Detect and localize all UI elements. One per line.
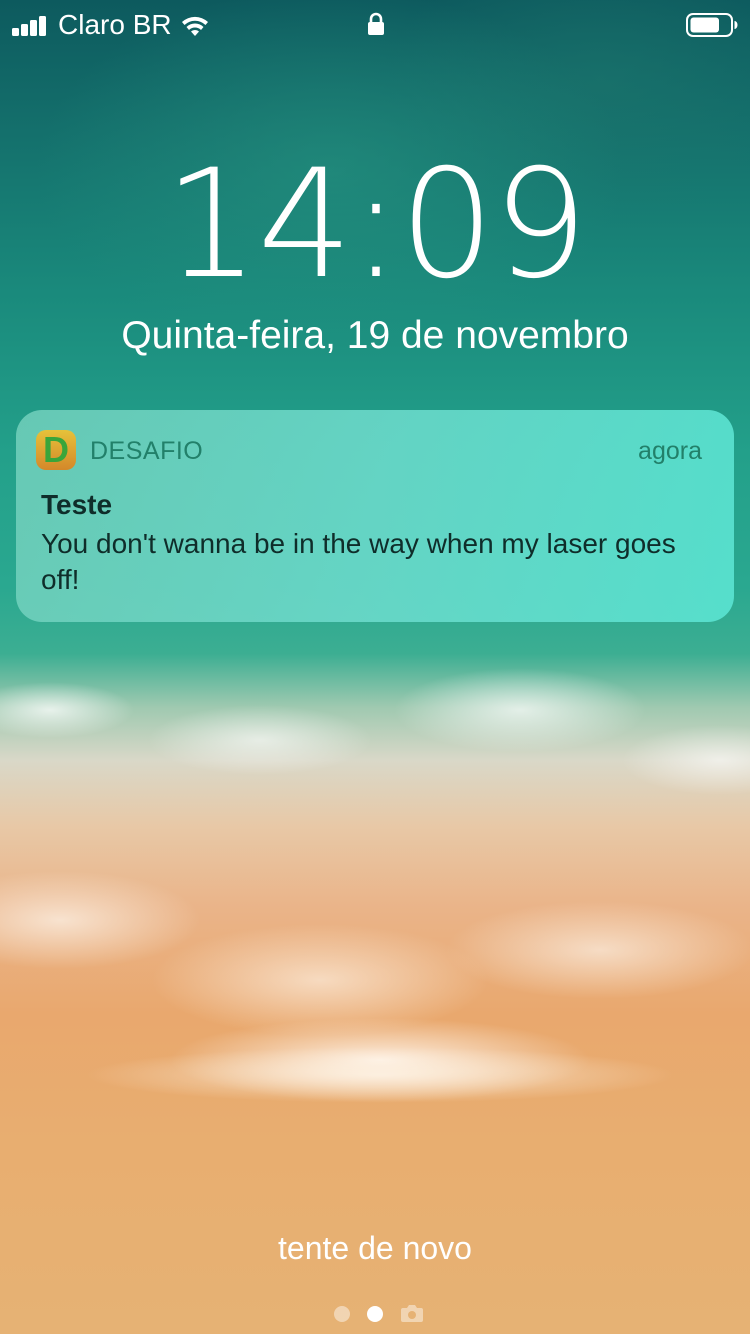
notification-body: You don't wanna be in the way when my la… bbox=[41, 528, 676, 595]
lock-screen: Claro BR 14:09 Quinta-feira, 19 de novem… bbox=[0, 0, 750, 1334]
wallpaper-foam-lower bbox=[0, 800, 750, 1120]
lock-screen-time: 14:09 bbox=[163, 138, 588, 312]
wallpaper-shoreline bbox=[0, 1030, 750, 1120]
notification-app-name: DESAFIO bbox=[90, 437, 204, 465]
lock-icon bbox=[368, 12, 384, 35]
battery-icon bbox=[686, 13, 738, 37]
wifi-icon bbox=[182, 16, 208, 36]
page-dot-1[interactable] bbox=[334, 1306, 350, 1322]
notification-title: Teste bbox=[41, 489, 113, 520]
status-bar: Claro BR bbox=[0, 0, 750, 50]
camera-icon[interactable] bbox=[400, 1303, 424, 1323]
retry-message: tente de novo bbox=[278, 1230, 472, 1266]
wallpaper-foam bbox=[0, 650, 750, 870]
carrier-name: Claro BR bbox=[58, 9, 172, 40]
lock-screen-date: Quinta-feira, 19 de novembro bbox=[121, 314, 629, 357]
page-indicator[interactable] bbox=[330, 1303, 430, 1325]
notification-time: agora bbox=[638, 437, 702, 465]
notification-card[interactable]: D DESAFIO agora Teste You don't wanna be… bbox=[16, 410, 734, 622]
app-icon: D bbox=[36, 430, 76, 470]
page-dot-2-current[interactable] bbox=[367, 1306, 383, 1322]
signal-bars-icon bbox=[12, 14, 52, 36]
